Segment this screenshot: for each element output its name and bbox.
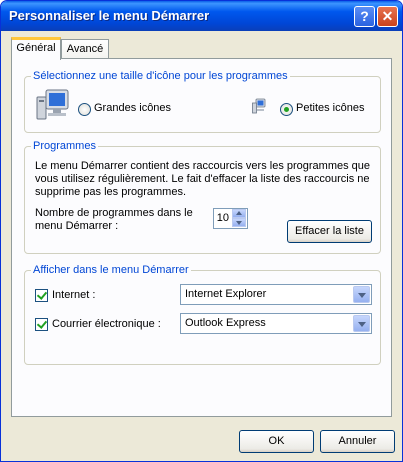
large-icons-radio[interactable] bbox=[78, 103, 91, 116]
chevron-down-icon[interactable] bbox=[353, 315, 370, 332]
clear-list-button[interactable]: Effacer la liste bbox=[287, 220, 372, 243]
stepper-up-icon[interactable] bbox=[232, 209, 246, 218]
tab-general[interactable]: Général bbox=[11, 37, 61, 60]
help-button[interactable]: ? bbox=[354, 6, 375, 27]
window-title: Personnaliser le menu Démarrer bbox=[9, 8, 210, 23]
close-button[interactable]: ✕ bbox=[377, 6, 398, 27]
title-bar[interactable]: Personnaliser le menu Démarrer ? ✕ bbox=[1, 1, 402, 31]
programs-group: Programmes Le menu Démarrer contient des… bbox=[24, 140, 381, 254]
email-label[interactable]: Courrier électronique : bbox=[52, 318, 161, 330]
program-count-stepper[interactable]: 10 bbox=[213, 208, 248, 229]
stepper-down-icon[interactable] bbox=[232, 218, 246, 227]
chevron-down-icon[interactable] bbox=[353, 286, 370, 303]
small-computer-icon bbox=[252, 98, 266, 114]
internet-browser-value: Internet Explorer bbox=[185, 288, 267, 300]
program-count-value[interactable]: 10 bbox=[217, 212, 229, 224]
icon-size-legend: Sélectionnez une taille d'icône pour les… bbox=[31, 70, 290, 82]
internet-label[interactable]: Internet : bbox=[52, 289, 95, 301]
email-checkbox[interactable] bbox=[35, 318, 48, 331]
cancel-button[interactable]: Annuler bbox=[320, 430, 395, 453]
programs-description: Le menu Démarrer contient des raccourcis… bbox=[35, 160, 371, 198]
large-icons-label[interactable]: Grandes icônes bbox=[94, 102, 171, 114]
ok-button[interactable]: OK bbox=[239, 430, 314, 453]
tab-advanced[interactable]: Avancé bbox=[61, 39, 109, 59]
program-count-label-line1: Nombre de programmes dans le bbox=[35, 207, 193, 219]
internet-checkbox[interactable] bbox=[35, 289, 48, 302]
email-client-value: Outlook Express bbox=[185, 317, 266, 329]
dialog-window: Personnaliser le menu Démarrer ? ✕ Génér… bbox=[0, 0, 403, 462]
tab-panel-general: Sélectionnez une taille d'icône pour les… bbox=[11, 58, 392, 417]
large-computer-icon bbox=[36, 89, 69, 120]
show-in-menu-legend: Afficher dans le menu Démarrer bbox=[31, 264, 191, 276]
icon-size-group: Sélectionnez une taille d'icône pour les… bbox=[24, 70, 381, 133]
email-client-select[interactable]: Outlook Express bbox=[180, 313, 372, 334]
internet-browser-select[interactable]: Internet Explorer bbox=[180, 284, 372, 305]
show-in-menu-group: Afficher dans le menu Démarrer Internet … bbox=[24, 264, 381, 365]
small-icons-label[interactable]: Petites icônes bbox=[296, 102, 364, 114]
programs-legend: Programmes bbox=[31, 140, 98, 152]
program-count-label-line2: menu Démarrer : bbox=[35, 220, 119, 232]
small-icons-radio[interactable] bbox=[280, 103, 293, 116]
